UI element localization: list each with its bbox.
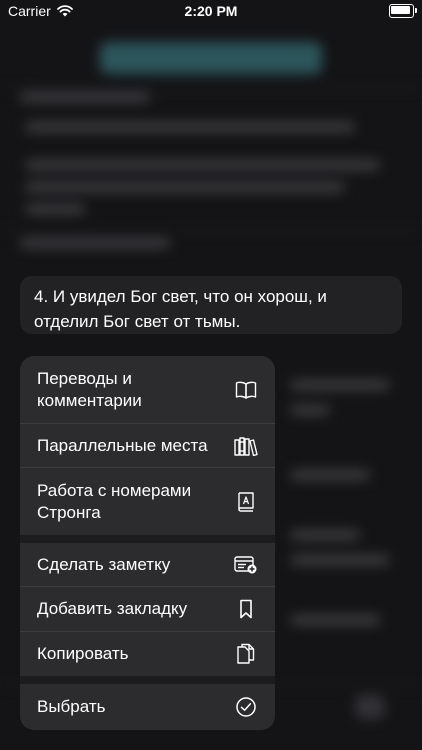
menu-item-select[interactable]: Выбрать — [20, 684, 275, 730]
menu-item-label: Выбрать — [37, 697, 106, 716]
menu-item-label: Копировать — [37, 644, 129, 663]
menu-group-separator — [20, 676, 275, 684]
menu-item-translations[interactable]: Переводы и комментарии — [20, 356, 275, 423]
menu-item-parallel-passages[interactable]: Параллельные места — [20, 424, 275, 467]
menu-item-copy[interactable]: Копировать — [20, 632, 275, 676]
status-time: 2:20 PM — [184, 3, 238, 19]
menu-item-make-note[interactable]: Сделать заметку — [20, 543, 275, 586]
menu-item-label: Переводы и комментарии — [37, 368, 142, 410]
context-menu: Переводы и комментарии Параллельные мест… — [20, 356, 275, 730]
battery-icon — [389, 4, 417, 18]
verse-preview: 4. И увидел Бог свет, что он хорош, и от… — [20, 276, 402, 334]
bookmark-icon — [234, 597, 258, 621]
verse-text: 4. И увидел Бог свет, что он хорош, и от… — [34, 287, 327, 331]
books-icon — [234, 434, 258, 458]
menu-group-separator — [20, 535, 275, 543]
open-book-icon — [234, 378, 258, 402]
menu-item-label: Параллельные места — [37, 435, 208, 455]
menu-item-strong-numbers[interactable]: Работа с номерами Стронга — [20, 468, 275, 535]
checkmark-circle-icon — [234, 695, 258, 719]
dictionary-icon — [234, 490, 258, 514]
menu-item-label: Работа с номерами Стронга — [37, 480, 192, 522]
menu-item-label: Добавить закладку — [37, 599, 188, 618]
note-add-icon — [234, 553, 258, 577]
status-bar: Carrier 2:20 PM — [0, 0, 422, 22]
copy-icon — [234, 642, 258, 666]
menu-item-label: Сделать заметку — [37, 554, 171, 574]
menu-item-add-bookmark[interactable]: Добавить закладку — [20, 587, 275, 631]
